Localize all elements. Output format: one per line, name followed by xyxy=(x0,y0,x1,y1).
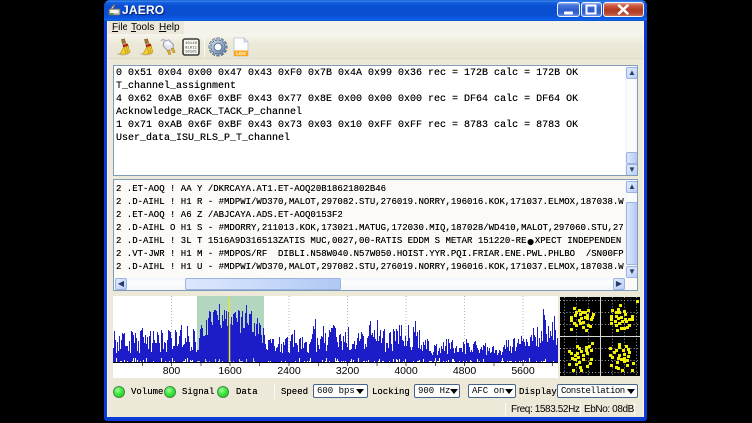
svg-text:2400: 2400 xyxy=(277,365,301,377)
svg-text:1600: 1600 xyxy=(218,365,242,377)
svg-text:5600: 5600 xyxy=(511,365,535,377)
svg-text:4800: 4800 xyxy=(453,365,477,377)
svg-text:4000: 4000 xyxy=(394,365,418,377)
svg-text:10101: 10101 xyxy=(185,51,198,55)
svg-text:LOG: LOG xyxy=(236,51,246,56)
svg-text:3200: 3200 xyxy=(336,365,360,377)
svg-text:800: 800 xyxy=(163,365,181,377)
